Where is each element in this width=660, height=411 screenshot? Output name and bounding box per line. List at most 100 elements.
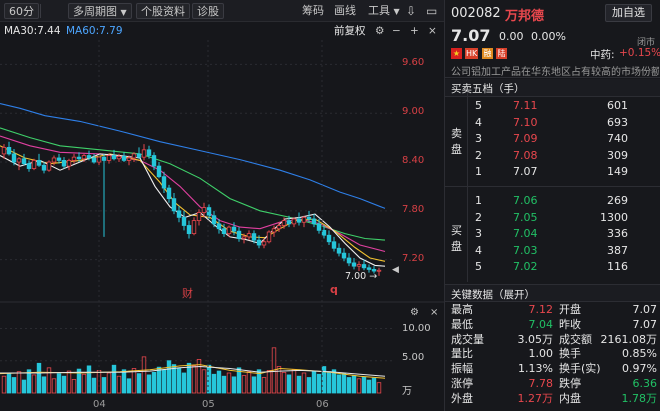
volume-bar	[211, 373, 217, 394]
candle-body	[286, 220, 292, 225]
candle-body	[316, 223, 322, 231]
volume-bar	[1, 375, 7, 394]
orderbook-header[interactable]: 买卖五档（手）	[445, 79, 660, 97]
keydata-label: 成交量	[451, 332, 484, 346]
volume-bar	[191, 365, 197, 394]
volume-bar	[276, 366, 282, 394]
volume-bar	[316, 373, 322, 394]
draw-line-button[interactable]: 画线	[334, 3, 356, 19]
order-volume: 693	[607, 115, 628, 129]
volume-grid	[0, 327, 395, 362]
settings-icon[interactable]: ⚙	[410, 307, 419, 318]
expand-icon[interactable]: ▭	[426, 3, 437, 19]
candle-body	[261, 241, 267, 246]
sell-order-row[interactable]: 1 7.07 149	[445, 164, 660, 181]
volume-bar	[216, 370, 222, 394]
finance-event-marker[interactable]: 财	[182, 285, 193, 301]
volume-bar	[121, 369, 127, 394]
toolbar-divider	[40, 4, 41, 18]
ma30-value: MA30:7.44	[4, 25, 61, 37]
volume-bar	[366, 379, 372, 394]
plus-icon[interactable]: +	[410, 22, 419, 40]
candle-body	[46, 161, 52, 171]
keydata-header[interactable]: 关键数据（展开）	[445, 284, 660, 302]
order-level: 4	[475, 243, 482, 257]
sector-label[interactable]: 中药:	[590, 47, 615, 62]
candle-body	[126, 157, 132, 161]
order-volume: 387	[607, 243, 628, 257]
stock-name: 万邦德	[505, 9, 545, 24]
indicator-row: MA30:7.44 MA60:7.79 前复权 ⚙ − + ×	[0, 22, 444, 40]
sell-order-row[interactable]: 2 7.08 309	[445, 148, 660, 165]
buy-order-row[interactable]: 2 7.05 1300	[445, 210, 660, 227]
add-watchlist-button[interactable]: 加自选	[605, 4, 652, 22]
q-event-marker[interactable]: q	[330, 283, 338, 296]
margin-badge: 融	[482, 48, 493, 59]
volume-bar	[291, 369, 297, 394]
adjust-selector[interactable]: 前复权	[334, 22, 366, 40]
order-price: 7.08	[513, 148, 538, 162]
description-row: 公司铝加工产品在华东地区占有较高的市场份额	[445, 62, 660, 78]
chip-button[interactable]: 筹码	[302, 3, 324, 19]
candle-body	[51, 157, 57, 163]
current-price-pointer-icon: ◀	[392, 265, 399, 275]
volume-bar	[146, 374, 152, 394]
sell-order-row[interactable]: 3 7.09 740	[445, 131, 660, 148]
candle-body	[331, 241, 337, 249]
candle-body	[236, 230, 242, 239]
volume-bar	[151, 371, 157, 394]
stock-info-button[interactable]: 个股资料	[136, 3, 190, 19]
close-icon[interactable]: ×	[430, 307, 438, 318]
candle-body	[281, 220, 287, 226]
volume-bar	[261, 377, 267, 394]
buy-order-row[interactable]: 3 7.04 336	[445, 226, 660, 243]
candle-body	[6, 146, 12, 155]
volume-tick-10: 10.00	[402, 323, 431, 334]
volume-header: ⚙ ×	[0, 304, 444, 322]
candle-body	[351, 262, 357, 267]
volume-bar	[241, 375, 247, 394]
candle-body	[16, 158, 22, 163]
order-price: 7.07	[513, 165, 538, 178]
candle-body	[216, 223, 222, 230]
order-volume: 740	[607, 132, 628, 145]
order-level: 2	[475, 148, 482, 162]
close-icon[interactable]: ×	[428, 22, 437, 40]
northbound-badge: 陆	[496, 48, 507, 59]
order-volume: 601	[607, 99, 628, 112]
order-price: 7.09	[513, 132, 538, 145]
diagnose-button[interactable]: 诊股	[192, 3, 224, 19]
month-label: 05	[202, 399, 215, 410]
volume-bar	[356, 378, 362, 394]
candle-body	[356, 264, 362, 267]
volume-bar	[71, 379, 77, 394]
sell-order-row[interactable]: 5 7.11 601	[445, 98, 660, 115]
price-change-pct: 0.00%	[531, 30, 566, 43]
volume-bar	[226, 372, 232, 394]
period-selector[interactable]: 60分	[4, 3, 39, 19]
tools-button[interactable]: 工具 ▼	[368, 3, 400, 19]
multi-period-button[interactable]: 多周期图 ▼	[68, 3, 132, 19]
volume-bar	[126, 378, 132, 394]
order-price: 7.03	[513, 243, 538, 257]
buy-order-row[interactable]: 4 7.03 387	[445, 243, 660, 260]
keydata-value: 7.04	[528, 317, 554, 331]
caret-down-icon: ▼	[393, 7, 400, 16]
minimize-icon[interactable]: ⇩	[406, 3, 416, 19]
keydata-label: 外盘	[451, 391, 473, 405]
last-price-marker: 7.00 →	[345, 271, 377, 282]
candle-body	[326, 234, 332, 243]
volume-bar	[351, 375, 357, 394]
buy-order-row[interactable]: 5 7.02 116	[445, 259, 660, 276]
minus-icon[interactable]: −	[392, 22, 401, 40]
volume-bar	[111, 364, 117, 394]
volume-bar	[116, 375, 122, 394]
kline-chart[interactable]	[0, 40, 444, 411]
volume-bar	[326, 371, 332, 394]
volume-bar	[201, 369, 207, 394]
settings-icon[interactable]: ⚙	[375, 22, 384, 40]
buy-order-row[interactable]: 1 7.06 269	[445, 193, 660, 210]
order-level: 1	[475, 194, 482, 207]
volume-bar	[56, 373, 62, 394]
sell-order-row[interactable]: 4 7.10 693	[445, 115, 660, 132]
